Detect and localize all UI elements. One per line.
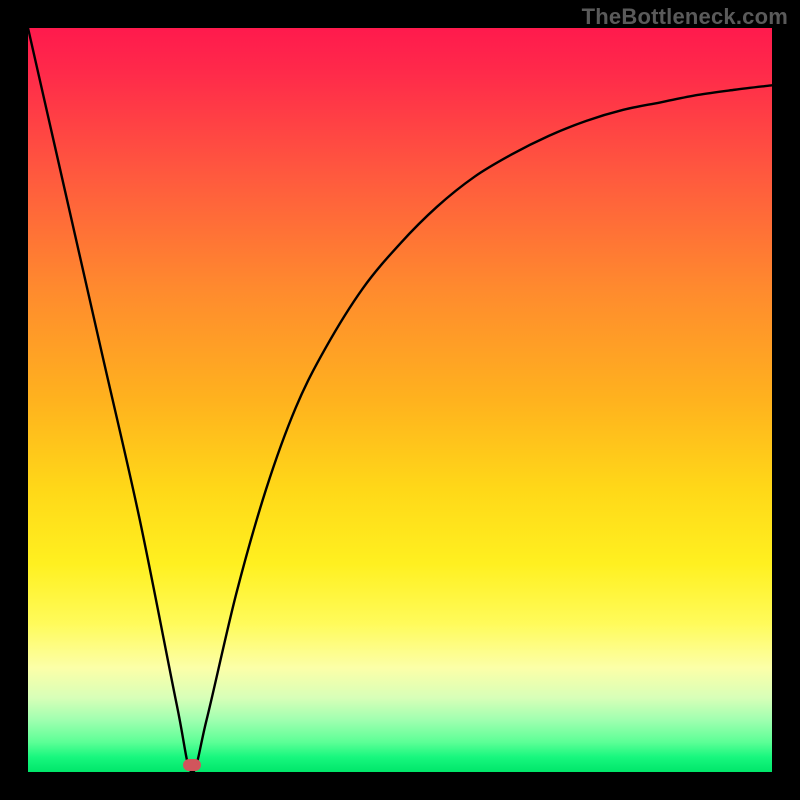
chart-frame: TheBottleneck.com: [0, 0, 800, 800]
bottleneck-curve: [28, 28, 772, 772]
plot-area: [28, 28, 772, 772]
minimum-marker: [183, 759, 201, 771]
curve-path: [28, 28, 772, 772]
watermark-text: TheBottleneck.com: [582, 4, 788, 30]
